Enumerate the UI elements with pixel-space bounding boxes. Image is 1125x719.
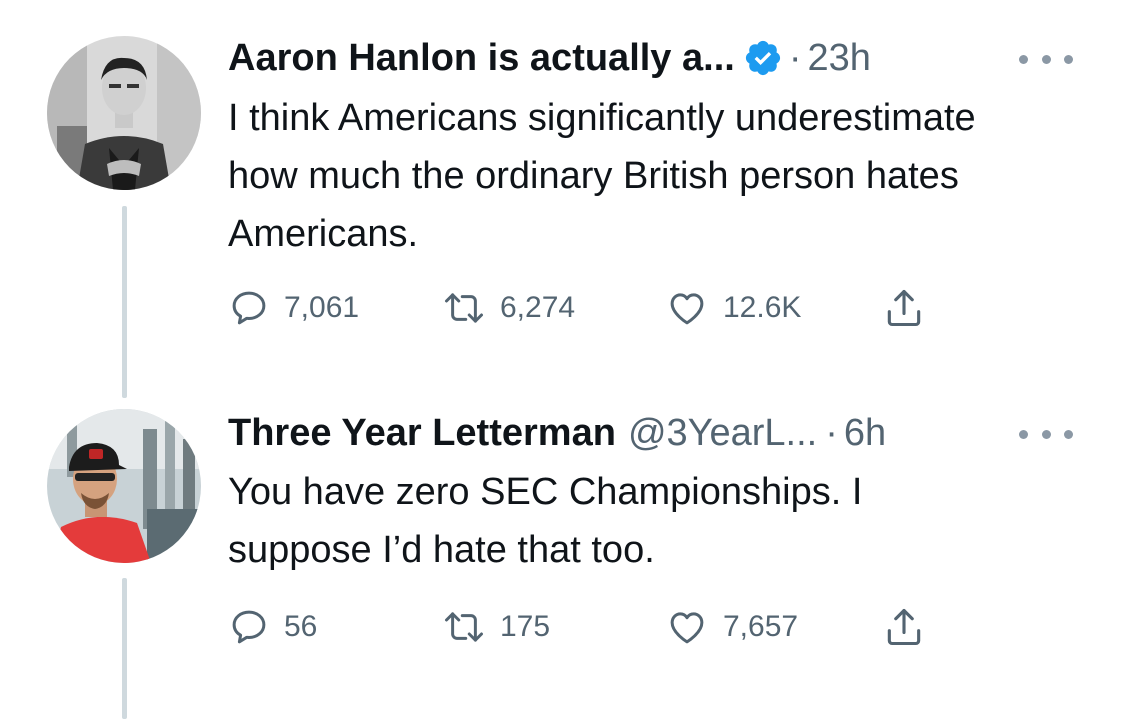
tweet-text: I think Americans significantly underest… <box>228 97 976 255</box>
display-name[interactable]: Three Year Letterman <box>228 408 616 458</box>
thread-line-2 <box>122 578 127 719</box>
separator-dot: · <box>788 37 802 79</box>
thread-line-1 <box>122 206 127 398</box>
like-icon <box>665 606 709 648</box>
share-button[interactable] <box>882 283 926 333</box>
reply-icon <box>228 287 270 329</box>
retweet-icon <box>442 287 486 329</box>
display-name[interactable]: Aaron Hanlon is actually a... <box>228 33 735 83</box>
avatar-aaron-hanlon[interactable] <box>47 36 201 190</box>
like-count: 7,657 <box>723 610 799 643</box>
retweet-button[interactable]: 6,274 <box>442 283 575 333</box>
like-button[interactable]: 12.6K <box>665 283 801 333</box>
reply-count: 56 <box>284 610 318 643</box>
share-button[interactable] <box>882 602 926 652</box>
share-icon <box>882 286 926 330</box>
more-icon[interactable] <box>1019 44 1073 74</box>
more-icon[interactable] <box>1019 419 1073 449</box>
like-button[interactable]: 7,657 <box>665 602 798 652</box>
retweet-button[interactable]: 175 <box>442 602 550 652</box>
handle[interactable]: @3YearL... <box>628 408 817 458</box>
like-count: 12.6K <box>723 291 802 324</box>
reply-icon <box>228 606 270 648</box>
like-icon <box>665 287 709 329</box>
verified-badge-icon <box>743 38 783 78</box>
share-icon <box>882 605 926 649</box>
retweet-count: 6,274 <box>500 291 576 324</box>
retweet-count: 175 <box>500 610 551 643</box>
separator-dot: · <box>825 412 838 454</box>
timestamp[interactable]: 6h <box>844 408 886 458</box>
reply-count: 7,061 <box>284 291 360 324</box>
tweet-header: Aaron Hanlon is actually a... · 23h <box>228 33 871 83</box>
retweet-icon <box>442 606 486 648</box>
tweet-text: You have zero SEC Championships. I suppo… <box>228 471 863 571</box>
avatar-three-year-letterman[interactable] <box>47 409 201 563</box>
reply-button[interactable]: 56 <box>228 602 317 652</box>
timestamp[interactable]: 23h <box>807 33 870 83</box>
reply-button[interactable]: 7,061 <box>228 283 359 333</box>
tweet-header: Three Year Letterman @3YearL... · 6h <box>228 408 886 458</box>
